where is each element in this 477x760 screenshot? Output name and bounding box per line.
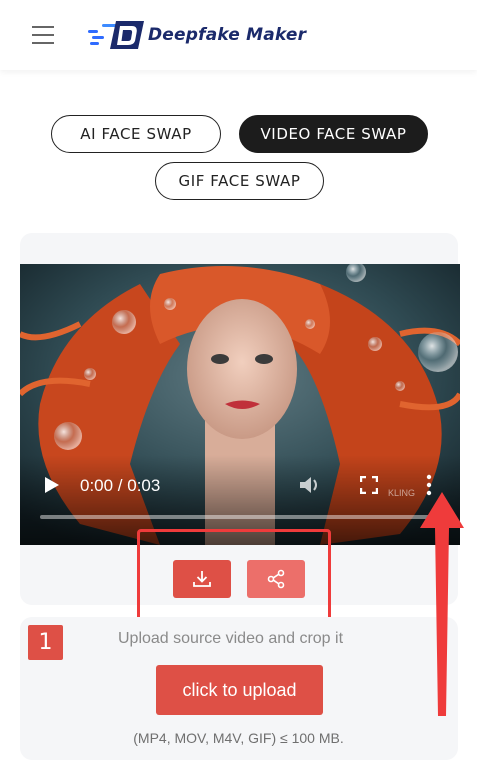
share-button[interactable]: [247, 560, 305, 598]
video-progress-bar[interactable]: [40, 515, 438, 519]
video-time: 0:00 / 0:03: [80, 476, 161, 495]
logo-icon: [88, 21, 144, 49]
fullscreen-icon[interactable]: [360, 476, 378, 494]
page: Deepfake Maker AI FACE SWAP VIDEO FACE S…: [0, 0, 477, 760]
video-watermark: KLING: [388, 488, 416, 498]
share-icon: [267, 569, 285, 589]
step-number-badge: 1: [28, 625, 63, 660]
tab-video-face-swap[interactable]: VIDEO FACE SWAP: [239, 115, 428, 153]
logo-text: Deepfake Maker: [148, 25, 307, 45]
hamburger-menu-icon[interactable]: [32, 26, 54, 44]
video-player[interactable]: 0:00 / 0:03 KLING: [20, 264, 460, 545]
annotation-arrow-icon: [420, 492, 464, 716]
step-label: Upload source video and crop it: [118, 630, 344, 647]
supported-formats-note: (MP4, MOV, M4V, GIF) ≤ 100 MB.: [133, 730, 344, 746]
tab-gif-face-swap[interactable]: GIF FACE SWAP: [155, 162, 324, 200]
upload-button[interactable]: click to upload: [156, 665, 323, 715]
download-button[interactable]: [173, 560, 231, 598]
download-icon: [193, 571, 211, 587]
logo[interactable]: Deepfake Maker: [88, 18, 306, 52]
tab-ai-face-swap[interactable]: AI FACE SWAP: [51, 115, 221, 153]
play-icon[interactable]: [44, 476, 60, 494]
volume-icon[interactable]: [298, 474, 322, 496]
top-header: Deepfake Maker: [0, 0, 477, 70]
